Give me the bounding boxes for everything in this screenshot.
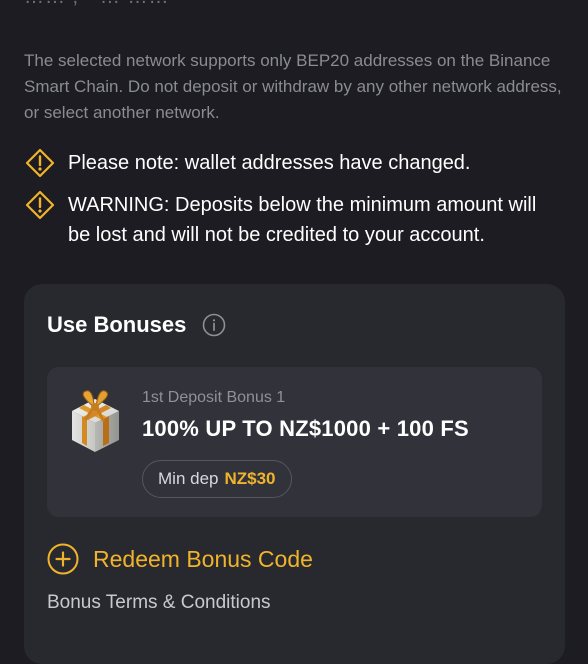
network-support-note: The selected network supports only BEP20… — [24, 51, 562, 122]
minimum-deposit-value: NZ$30 — [224, 469, 276, 488]
minimum-deposit-label: Min dep — [158, 469, 219, 488]
previous-content-fragment: …… , · … …… — [24, 0, 244, 6]
minimum-deposit-pill: Min dep NZ$30 — [142, 460, 292, 498]
bonus-card-header: Use Bonuses — [47, 312, 226, 338]
first-deposit-bonus-option[interactable]: 1st Deposit Bonus 1 100% UP TO NZ$1000 +… — [47, 367, 542, 517]
bonus-subtitle: 1st Deposit Bonus 1 — [142, 389, 286, 406]
minimum-deposit-warning: WARNING: Deposits below the minimum amou… — [24, 190, 564, 250]
gift-icon — [72, 390, 119, 452]
bonus-terms-link[interactable]: Bonus Terms & Conditions — [47, 592, 271, 614]
bonus-card-title: Use Bonuses — [47, 312, 187, 337]
minimum-deposit-warning-text: WARNING: Deposits below the minimum amou… — [68, 194, 537, 246]
plus-circle-icon — [47, 543, 79, 575]
info-icon[interactable] — [202, 313, 226, 337]
redeem-bonus-code-label: Redeem Bonus Code — [93, 545, 313, 572]
wallet-address-notice: Please note: wallet addresses have chang… — [24, 148, 564, 179]
bonus-title: 100% UP TO NZ$1000 + 100 FS — [142, 416, 469, 441]
use-bonuses-card: Use Bonuses 1st Deposit Bonus 1 100% UP … — [24, 284, 565, 664]
warning-icon — [25, 190, 55, 220]
redeem-bonus-code-link[interactable]: Redeem Bonus Code — [47, 543, 313, 575]
warning-icon — [25, 148, 55, 178]
wallet-address-notice-text: Please note: wallet addresses have chang… — [68, 152, 471, 174]
